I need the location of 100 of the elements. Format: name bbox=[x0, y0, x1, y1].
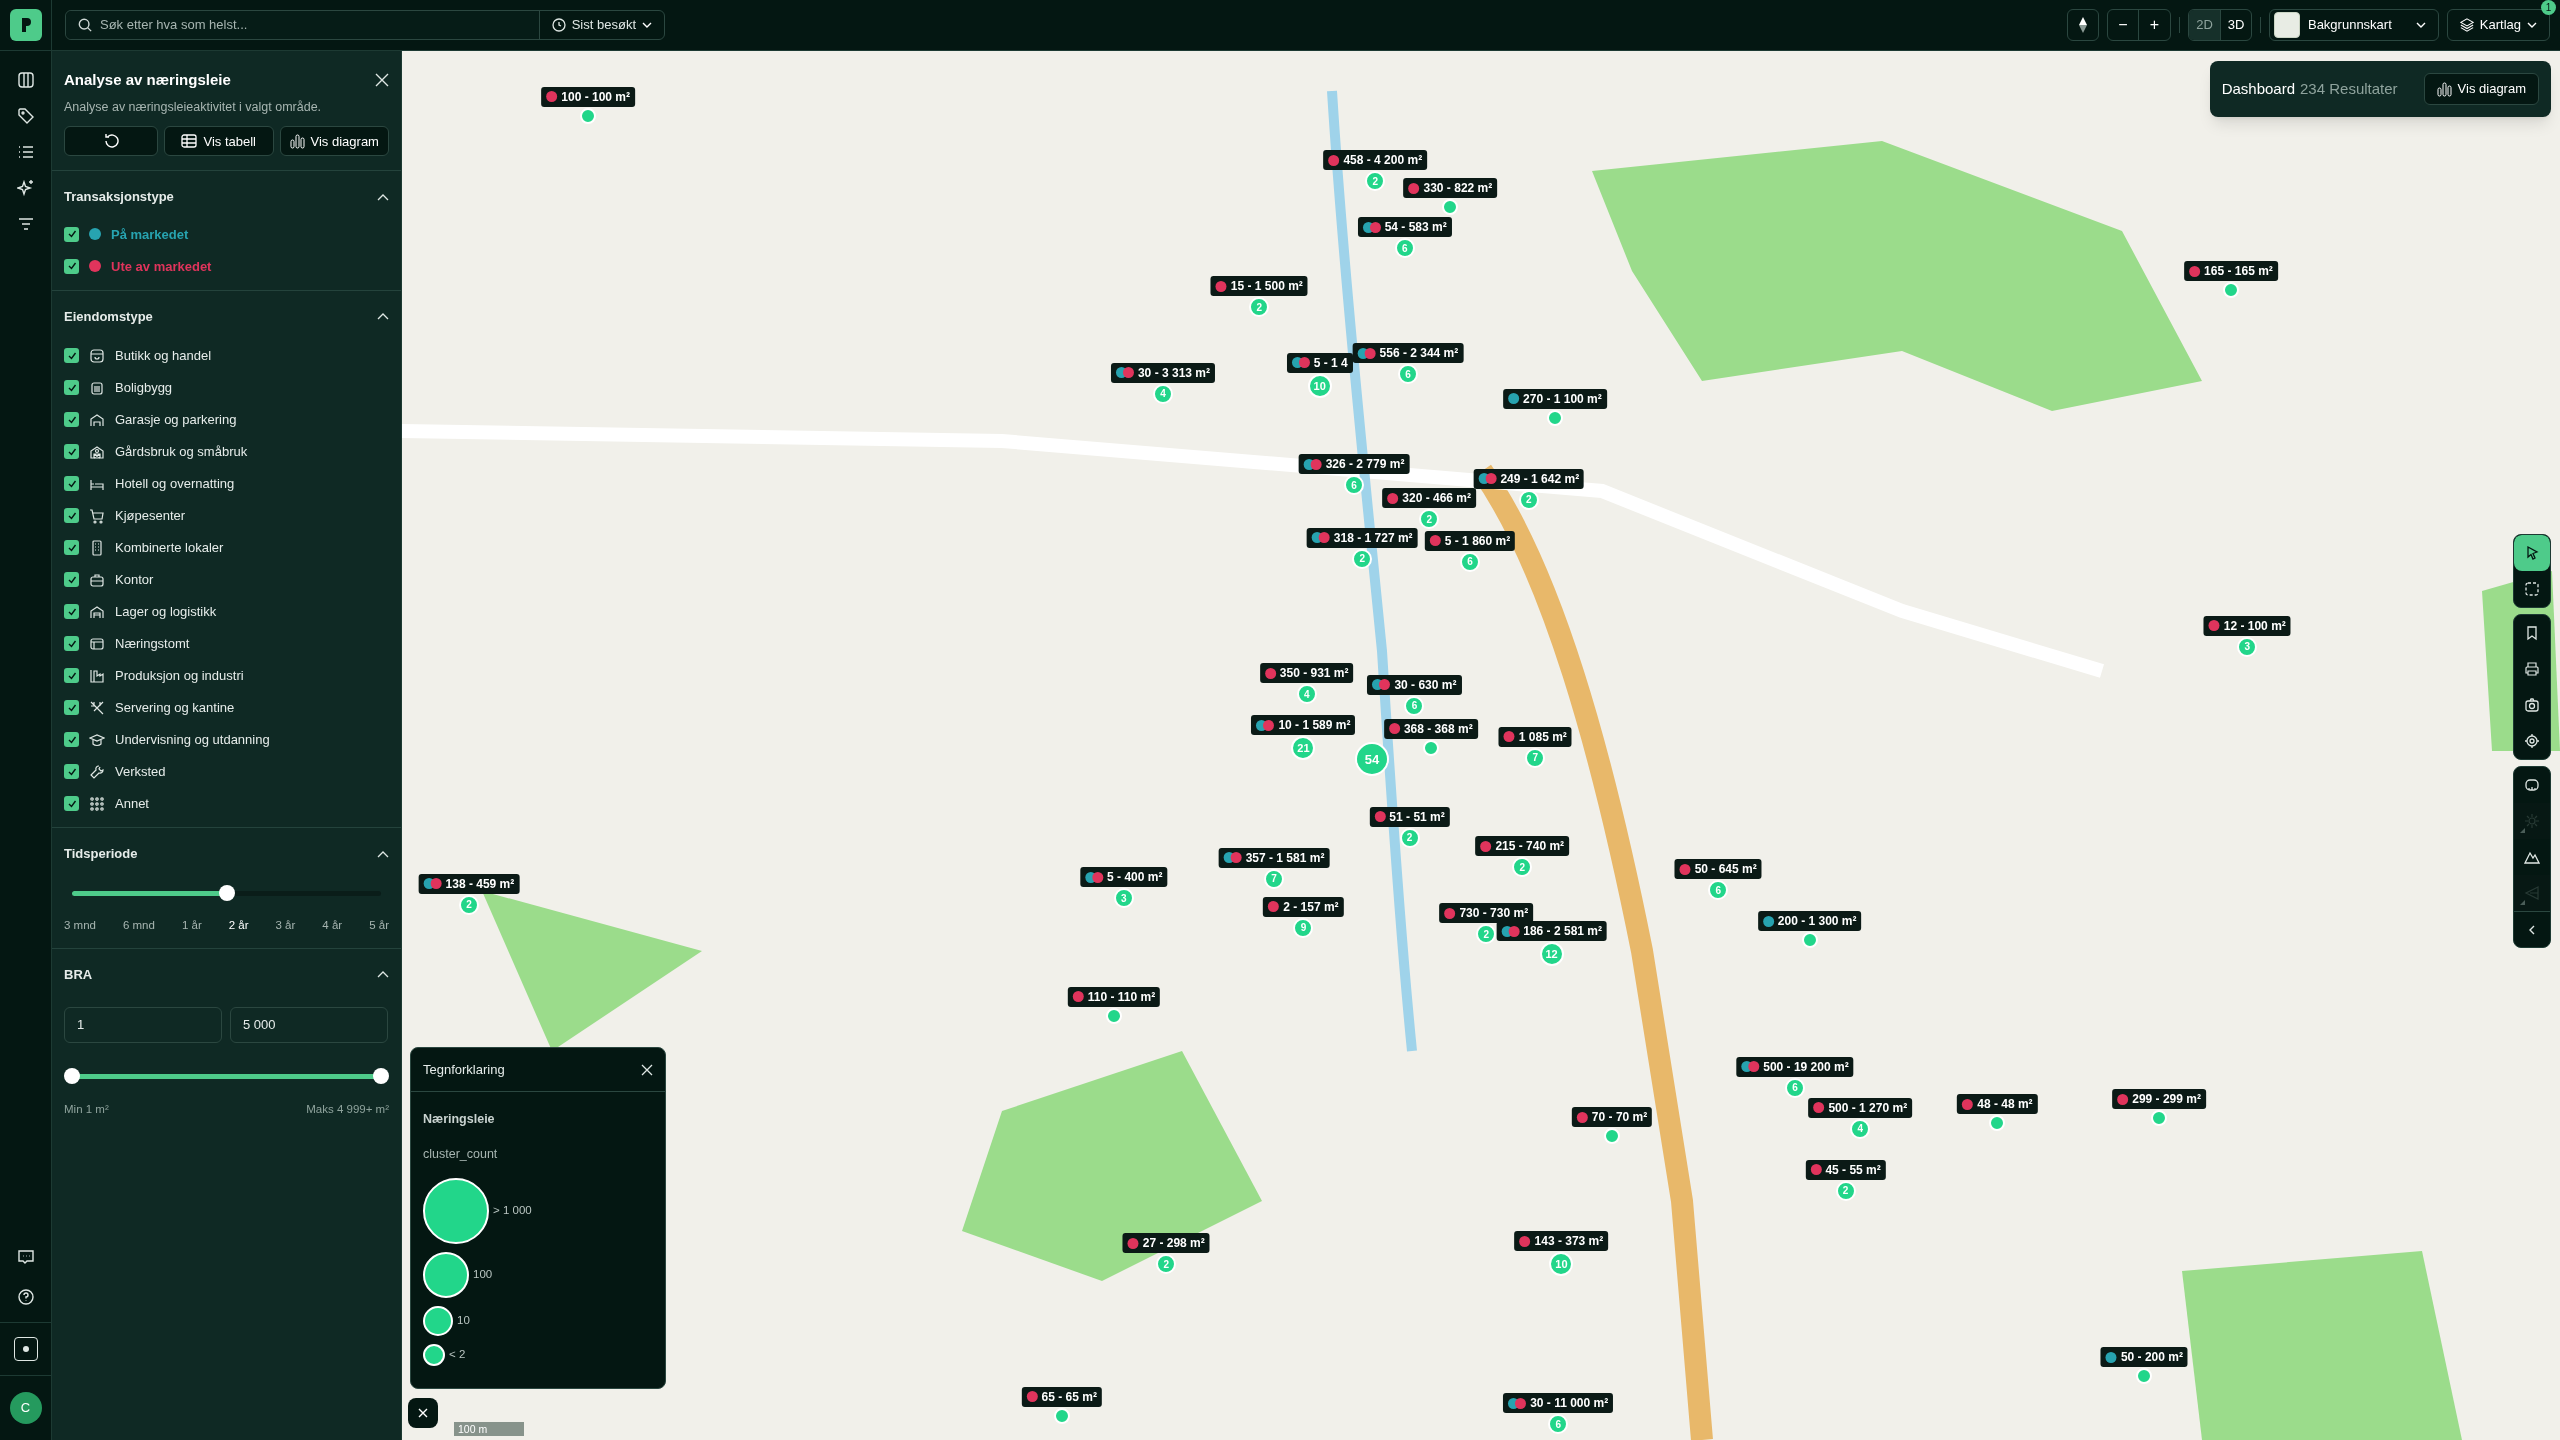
filter-option[interactable]: Butikk og handel bbox=[115, 346, 212, 366]
range-slider-thumb[interactable] bbox=[373, 1068, 389, 1084]
filter-option[interactable]: Gårdsbruk og småbruk bbox=[115, 442, 248, 462]
user-avatar[interactable]: C bbox=[9, 1392, 42, 1424]
marker-label[interactable]: 299 - 299 m² bbox=[2112, 1089, 2206, 1110]
marker-label[interactable]: 318 - 1 727 m² bbox=[1306, 527, 1418, 548]
marker-label[interactable]: 368 - 368 m² bbox=[1383, 718, 1478, 739]
cluster-marker[interactable] bbox=[580, 107, 597, 124]
marker-label[interactable]: 65 - 65 m² bbox=[1021, 1386, 1102, 1407]
checkbox[interactable] bbox=[64, 348, 79, 364]
marker-label[interactable]: 165 - 165 m² bbox=[2184, 261, 2278, 282]
close-button[interactable] bbox=[408, 1398, 438, 1428]
filter-option[interactable]: Garasje og parkering bbox=[115, 410, 237, 430]
marker-label[interactable]: 15 - 1 500 m² bbox=[1210, 276, 1308, 297]
marker-label[interactable]: 30 - 11 000 m² bbox=[1503, 1393, 1614, 1414]
filter-option[interactable]: Annet bbox=[115, 794, 149, 814]
checkbox[interactable] bbox=[64, 700, 79, 716]
show-table-button[interactable]: Vis tabell bbox=[164, 126, 274, 157]
show-chart-button[interactable]: Vis diagram bbox=[2423, 73, 2539, 105]
show-chart-button[interactable]: Vis diagram bbox=[279, 126, 389, 157]
marker-label[interactable]: 249 - 1 642 m² bbox=[1473, 468, 1585, 489]
zoom-out-button[interactable]: − bbox=[2107, 10, 2139, 40]
marker-label[interactable]: 326 - 2 779 m² bbox=[1298, 454, 1410, 475]
checkbox[interactable] bbox=[64, 604, 79, 620]
range-slider[interactable] bbox=[64, 1068, 389, 1085]
filter-option[interactable]: Kombinerte lokaler bbox=[115, 538, 224, 558]
chevron-up-icon[interactable] bbox=[377, 850, 389, 858]
checkbox[interactable] bbox=[64, 668, 79, 684]
cluster-marker[interactable] bbox=[2222, 282, 2239, 299]
checkbox[interactable] bbox=[64, 764, 79, 780]
chat-icon[interactable] bbox=[16, 1248, 35, 1266]
checkbox[interactable] bbox=[64, 412, 79, 428]
period-option[interactable]: 1 år bbox=[181, 916, 202, 934]
filter-option[interactable]: Næringstomt bbox=[115, 634, 190, 654]
marker-label[interactable]: 100 - 100 m² bbox=[541, 86, 635, 107]
checkbox[interactable] bbox=[64, 444, 79, 460]
marker-label[interactable]: 70 - 70 m² bbox=[1571, 1107, 1653, 1128]
marker-label[interactable]: 143 - 373 m² bbox=[1514, 1231, 1609, 1252]
period-option[interactable]: 3 mnd bbox=[64, 916, 96, 934]
filter-option[interactable]: Ute av markedet bbox=[111, 256, 212, 276]
chevron-up-icon[interactable] bbox=[377, 971, 389, 979]
marker-label[interactable]: 458 - 4 200 m² bbox=[1323, 150, 1428, 171]
marker-label[interactable]: 2 - 157 m² bbox=[1263, 896, 1344, 917]
marker-label[interactable]: 500 - 1 270 m² bbox=[1808, 1097, 1913, 1118]
marker-label[interactable]: 186 - 2 581 m² bbox=[1496, 921, 1607, 942]
basemap-dropdown[interactable]: Bakgrunnskart bbox=[2268, 9, 2439, 41]
marker-label[interactable]: 730 - 730 m² bbox=[1439, 903, 1534, 924]
filter-option[interactable]: Kontor bbox=[115, 570, 154, 590]
filter-option[interactable]: Verksted bbox=[115, 762, 166, 782]
marker-label[interactable]: 48 - 48 m² bbox=[1957, 1094, 2038, 1115]
marker-label[interactable]: 51 - 51 m² bbox=[1369, 806, 1450, 827]
marker-label[interactable]: 50 - 645 m² bbox=[1674, 859, 1762, 880]
marker-label[interactable]: 330 - 822 m² bbox=[1403, 178, 1498, 199]
slider-thumb[interactable] bbox=[218, 885, 235, 902]
close-icon[interactable] bbox=[375, 73, 389, 88]
min-area-field[interactable]: 1 bbox=[64, 1006, 222, 1043]
map-icon[interactable] bbox=[16, 71, 35, 89]
marker-label[interactable]: 12 - 100 m² bbox=[2203, 615, 2291, 636]
view-mode-toggle[interactable]: 3D bbox=[2219, 10, 2251, 40]
cluster-marker[interactable] bbox=[1546, 409, 1563, 426]
filter-option[interactable]: På markedet bbox=[111, 224, 189, 244]
list-icon[interactable] bbox=[16, 143, 35, 161]
marker-label[interactable]: 350 - 931 m² bbox=[1259, 663, 1354, 684]
filter-option[interactable]: Servering og kantine bbox=[115, 698, 235, 718]
checkbox[interactable] bbox=[64, 636, 79, 652]
marker-label[interactable]: 556 - 2 344 m² bbox=[1352, 343, 1464, 364]
cluster-marker[interactable] bbox=[1106, 1007, 1122, 1024]
period-option[interactable]: 5 år bbox=[369, 916, 389, 934]
checkbox[interactable] bbox=[64, 572, 79, 588]
checkbox[interactable] bbox=[64, 258, 79, 274]
max-area-field[interactable]: 5 000 bbox=[230, 1006, 388, 1043]
marker-label[interactable]: 10 - 1 589 m² bbox=[1251, 715, 1356, 736]
checkbox[interactable] bbox=[64, 476, 79, 492]
checkbox[interactable] bbox=[64, 796, 79, 812]
checkbox[interactable] bbox=[64, 380, 79, 396]
marker-label[interactable]: 27 - 298 m² bbox=[1122, 1233, 1210, 1254]
marker-label[interactable]: 50 - 200 m² bbox=[2100, 1347, 2188, 1368]
app-logo[interactable] bbox=[9, 9, 42, 41]
compass-button[interactable] bbox=[2066, 9, 2099, 41]
chevron-up-icon[interactable] bbox=[377, 313, 389, 320]
filter-option[interactable]: Boligbygg bbox=[115, 378, 173, 398]
reset-button[interactable] bbox=[64, 126, 158, 157]
settings-button[interactable] bbox=[13, 1337, 38, 1361]
filter-option[interactable]: Hotell og overnatting bbox=[115, 474, 235, 494]
view-mode-toggle[interactable]: 2D bbox=[2188, 10, 2220, 40]
cluster-marker[interactable] bbox=[2151, 1110, 2168, 1127]
chevron-up-icon[interactable] bbox=[377, 193, 389, 201]
checkbox[interactable] bbox=[64, 540, 79, 556]
marker-label[interactable]: 215 - 740 m² bbox=[1475, 836, 1570, 857]
zoom-in-button[interactable]: + bbox=[2138, 10, 2170, 40]
sparkles-icon[interactable] bbox=[16, 179, 35, 197]
period-option[interactable]: 6 mnd bbox=[122, 916, 155, 934]
marker-label[interactable]: 357 - 1 581 m² bbox=[1218, 847, 1330, 868]
period-option[interactable]: 2 år bbox=[228, 916, 249, 934]
pointer-tool-button[interactable] bbox=[2514, 535, 2550, 571]
marker-label[interactable]: 138 - 459 m² bbox=[418, 873, 520, 894]
marker-label[interactable]: 54 - 583 m² bbox=[1357, 217, 1452, 238]
checkbox[interactable] bbox=[64, 732, 79, 748]
marker-label[interactable]: 1 085 m² bbox=[1498, 726, 1572, 747]
marker-label[interactable]: 200 - 1 300 m² bbox=[1757, 911, 1862, 932]
